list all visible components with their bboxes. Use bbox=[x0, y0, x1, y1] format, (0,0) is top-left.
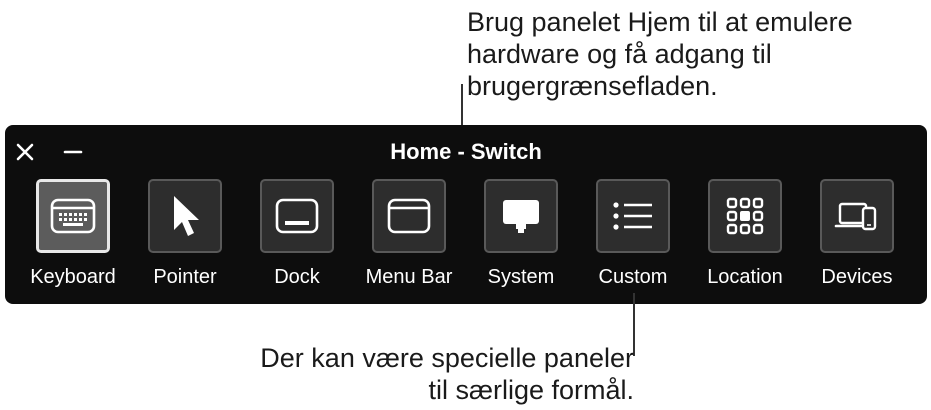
devices-tile bbox=[820, 179, 894, 253]
panel-item-pointer[interactable]: Pointer bbox=[129, 179, 241, 294]
panel-item-label: Menu Bar bbox=[365, 266, 453, 288]
keyboard-icon bbox=[50, 198, 96, 234]
home-switch-panel: Home - Switch Keyboard Pointer Dock Menu… bbox=[5, 125, 927, 304]
panel-item-label: System bbox=[487, 266, 555, 288]
callout-top-leader-line bbox=[461, 84, 463, 126]
menu-bar-icon bbox=[387, 198, 431, 234]
panel-item-location[interactable]: Location bbox=[689, 179, 801, 294]
system-tile bbox=[484, 179, 558, 253]
panel-item-label: Keyboard bbox=[30, 266, 116, 288]
list-icon bbox=[613, 202, 652, 230]
custom-tile bbox=[596, 179, 670, 253]
callout-bottom-text: Der kan være specielle paneler til særli… bbox=[260, 343, 634, 405]
panel-item-label: Dock bbox=[274, 266, 320, 288]
devices-icon bbox=[834, 202, 877, 231]
grid-location-icon bbox=[726, 197, 764, 235]
pointer-arrow-icon bbox=[174, 196, 199, 236]
panel-item-menu-bar[interactable]: Menu Bar bbox=[353, 179, 465, 294]
dock-tile bbox=[260, 179, 334, 253]
pointer-tile bbox=[148, 179, 222, 253]
panel-item-dock[interactable]: Dock bbox=[241, 179, 353, 294]
panel-item-label: Devices bbox=[821, 266, 893, 288]
callout-top-text: Brug panelet Hjem til at emulere hardwar… bbox=[467, 7, 853, 101]
panel-item-label: Location bbox=[707, 266, 783, 288]
panel-title: Home - Switch bbox=[390, 139, 542, 164]
panel-item-custom[interactable]: Custom bbox=[577, 179, 689, 294]
panel-item-label: Pointer bbox=[153, 266, 217, 288]
location-tile bbox=[708, 179, 782, 253]
panel-item-system[interactable]: System bbox=[465, 179, 577, 294]
monitor-icon bbox=[503, 200, 539, 233]
panel-item-label: Custom bbox=[598, 266, 668, 288]
dock-icon bbox=[275, 198, 319, 234]
keyboard-tile bbox=[36, 179, 110, 253]
panel-item-keyboard[interactable]: Keyboard bbox=[17, 179, 129, 294]
menu-bar-tile bbox=[372, 179, 446, 253]
panel-item-devices[interactable]: Devices bbox=[801, 179, 913, 294]
